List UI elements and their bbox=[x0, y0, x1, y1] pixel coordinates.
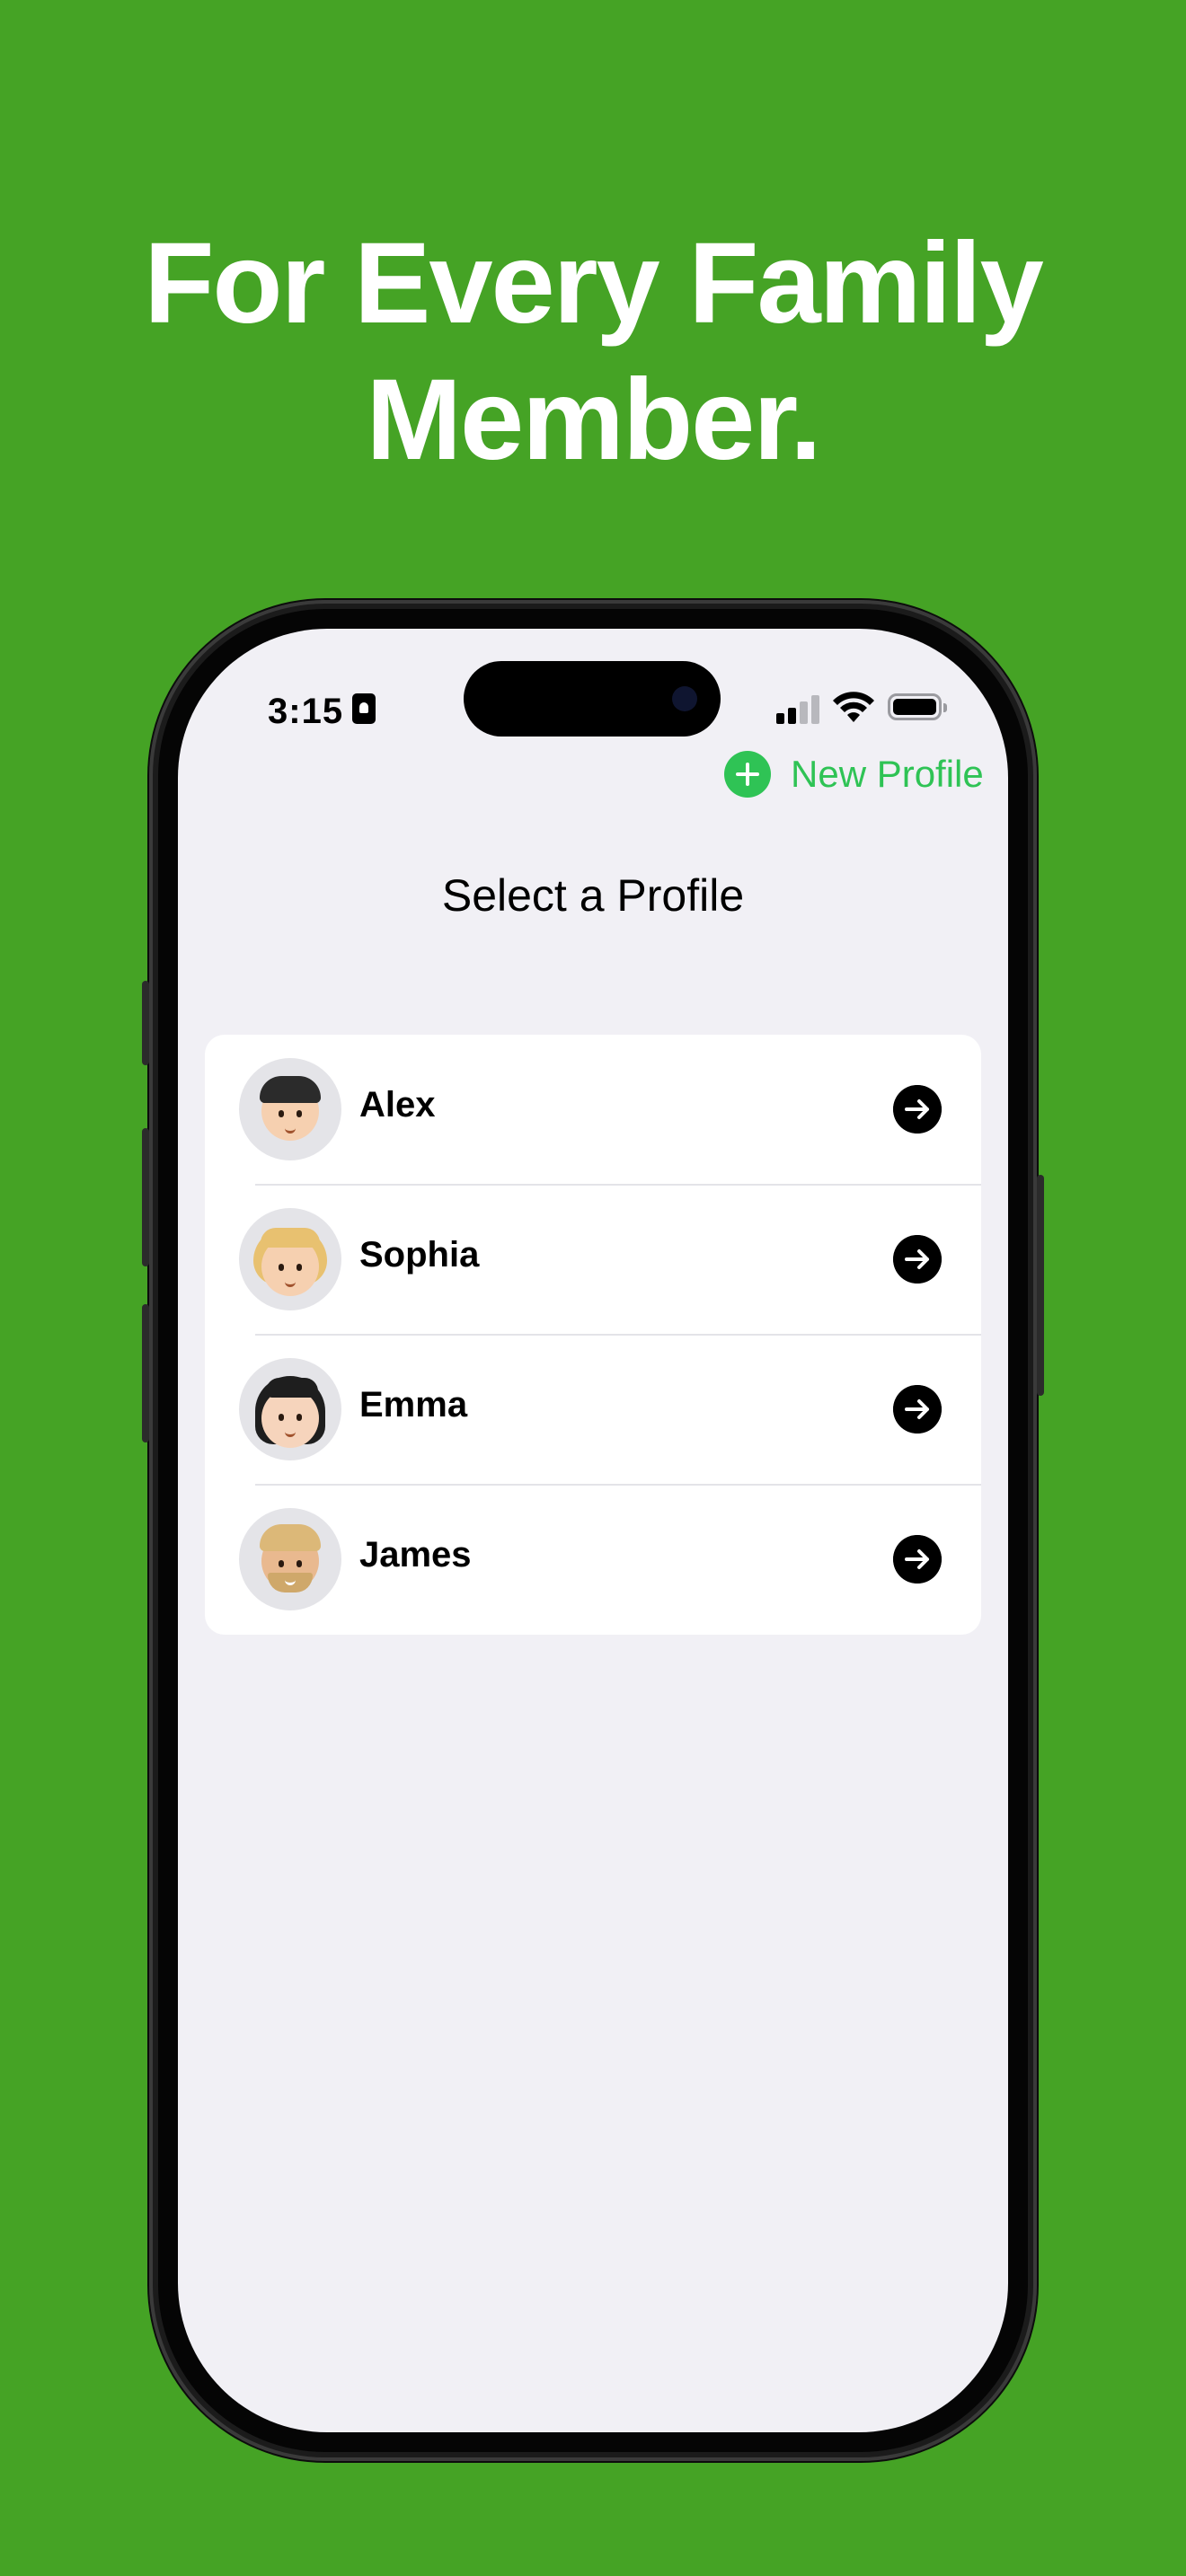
profile-name: Emma bbox=[359, 1385, 468, 1425]
arrow-right-circle-icon[interactable] bbox=[893, 1085, 942, 1134]
profile-row-james[interactable]: James bbox=[205, 1485, 981, 1635]
dynamic-island bbox=[464, 661, 721, 737]
profile-row-sophia[interactable]: Sophia bbox=[205, 1185, 981, 1335]
cellular-signal-icon bbox=[776, 695, 823, 724]
woman-dark-hair-avatar-icon bbox=[239, 1358, 341, 1460]
volume-down-button bbox=[142, 1304, 149, 1442]
phone-frame: 3:15 New Profile Select a Profile Alex S… bbox=[142, 600, 1044, 2461]
status-bar: 3:15 bbox=[178, 629, 1008, 754]
action-button bbox=[142, 981, 149, 1065]
profile-name: James bbox=[359, 1535, 472, 1575]
wifi-icon bbox=[833, 692, 874, 722]
headline: For Every Family Member. bbox=[0, 216, 1186, 489]
page-title: Select a Profile bbox=[441, 870, 745, 921]
boy-avatar-icon bbox=[239, 1058, 341, 1160]
camera-icon bbox=[672, 686, 697, 711]
volume-up-button bbox=[142, 1128, 149, 1266]
arrow-right-circle-icon[interactable] bbox=[893, 1535, 942, 1584]
profile-row-emma[interactable]: Emma bbox=[205, 1335, 981, 1485]
status-time: 3:15 bbox=[268, 692, 344, 731]
profile-row-alex[interactable]: Alex bbox=[205, 1035, 981, 1185]
arrow-right-circle-icon[interactable] bbox=[893, 1385, 942, 1434]
profile-list: Alex Sophia Emma James bbox=[205, 1035, 981, 1635]
battery-icon bbox=[888, 693, 947, 720]
girl-blonde-avatar-icon bbox=[239, 1208, 341, 1310]
headline-line-1: For Every Family bbox=[144, 219, 1044, 348]
new-profile-label: New Profile bbox=[791, 753, 984, 795]
phone-screen: 3:15 New Profile Select a Profile Alex S… bbox=[178, 629, 1008, 2432]
profile-name: Alex bbox=[359, 1085, 436, 1125]
man-blond-avatar-icon bbox=[239, 1508, 341, 1610]
contact-card-icon bbox=[352, 693, 376, 724]
profile-name: Sophia bbox=[359, 1235, 480, 1275]
arrow-right-circle-icon[interactable] bbox=[893, 1235, 942, 1284]
plus-circle-icon bbox=[724, 751, 771, 798]
headline-line-2: Member. bbox=[366, 356, 821, 484]
side-button bbox=[1037, 1175, 1044, 1396]
new-profile-button[interactable]: New Profile bbox=[724, 749, 984, 799]
